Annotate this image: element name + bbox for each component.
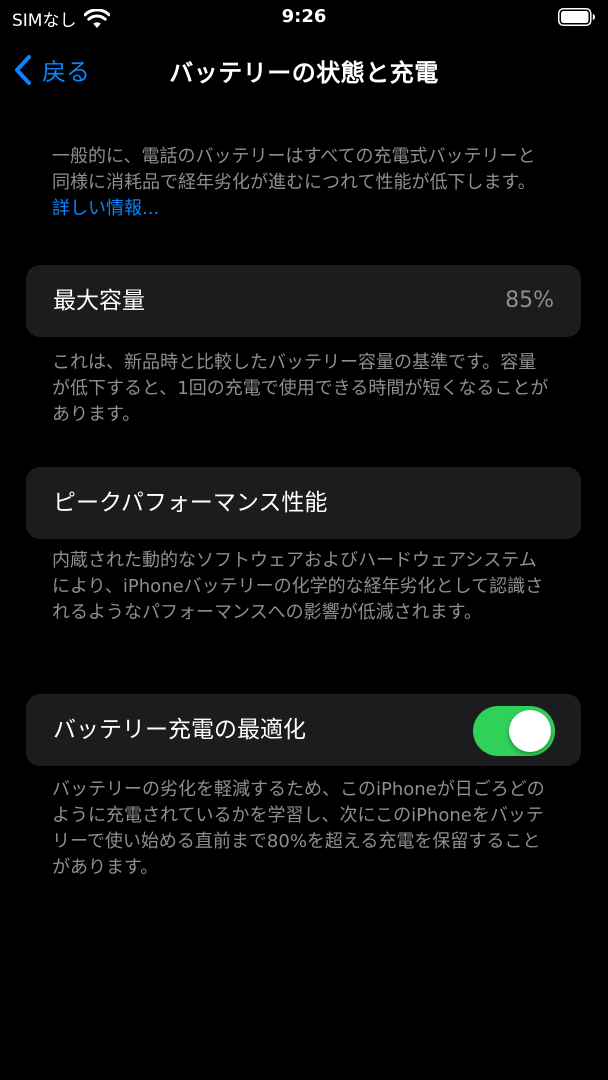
page-title: バッテリーの状態と充電: [169, 59, 439, 87]
learn-more-link[interactable]: 詳しい情報...: [52, 198, 159, 219]
peak-performance-label: ピークパフォーマンス性能: [53, 490, 328, 516]
optimized-charging-toggle[interactable]: [473, 706, 555, 756]
navigation-bar: 戻る バッテリーの状態と充電: [0, 44, 608, 94]
battery-icon: [558, 8, 595, 26]
toggle-knob: [509, 710, 551, 752]
max-capacity-row: 最大容量 85%: [26, 265, 581, 337]
optimized-charging-description: バッテリーの劣化を軽減するため、このiPhoneが日ごろどのように充電されている…: [52, 779, 545, 878]
status-bar: SIMなし 9:26: [0, 0, 608, 34]
peak-performance-description: 内蔵された動的なソフトウェアおよびハードウェアシステムにより、iPhoneバッテ…: [52, 550, 544, 623]
max-capacity-label: 最大容量: [53, 288, 145, 314]
optimized-charging-label: バッテリー充電の最適化: [53, 717, 306, 743]
max-capacity-value: 85%: [505, 288, 554, 313]
max-capacity-description: これは、新品時と比較したバッテリー容量の基準です。容量が低下すると、1回の充電で…: [52, 352, 549, 425]
peak-performance-row: ピークパフォーマンス性能: [26, 467, 581, 539]
intro-description: 一般的に、電話のバッテリーはすべての充電式バッテリーと同様に消耗品で経年劣化が進…: [52, 144, 552, 222]
intro-text: 一般的に、電話のバッテリーはすべての充電式バッテリーと同様に消耗品で経年劣化が進…: [52, 146, 536, 193]
status-time: 9:26: [281, 6, 327, 27]
optimized-charging-row: バッテリー充電の最適化: [26, 694, 581, 766]
